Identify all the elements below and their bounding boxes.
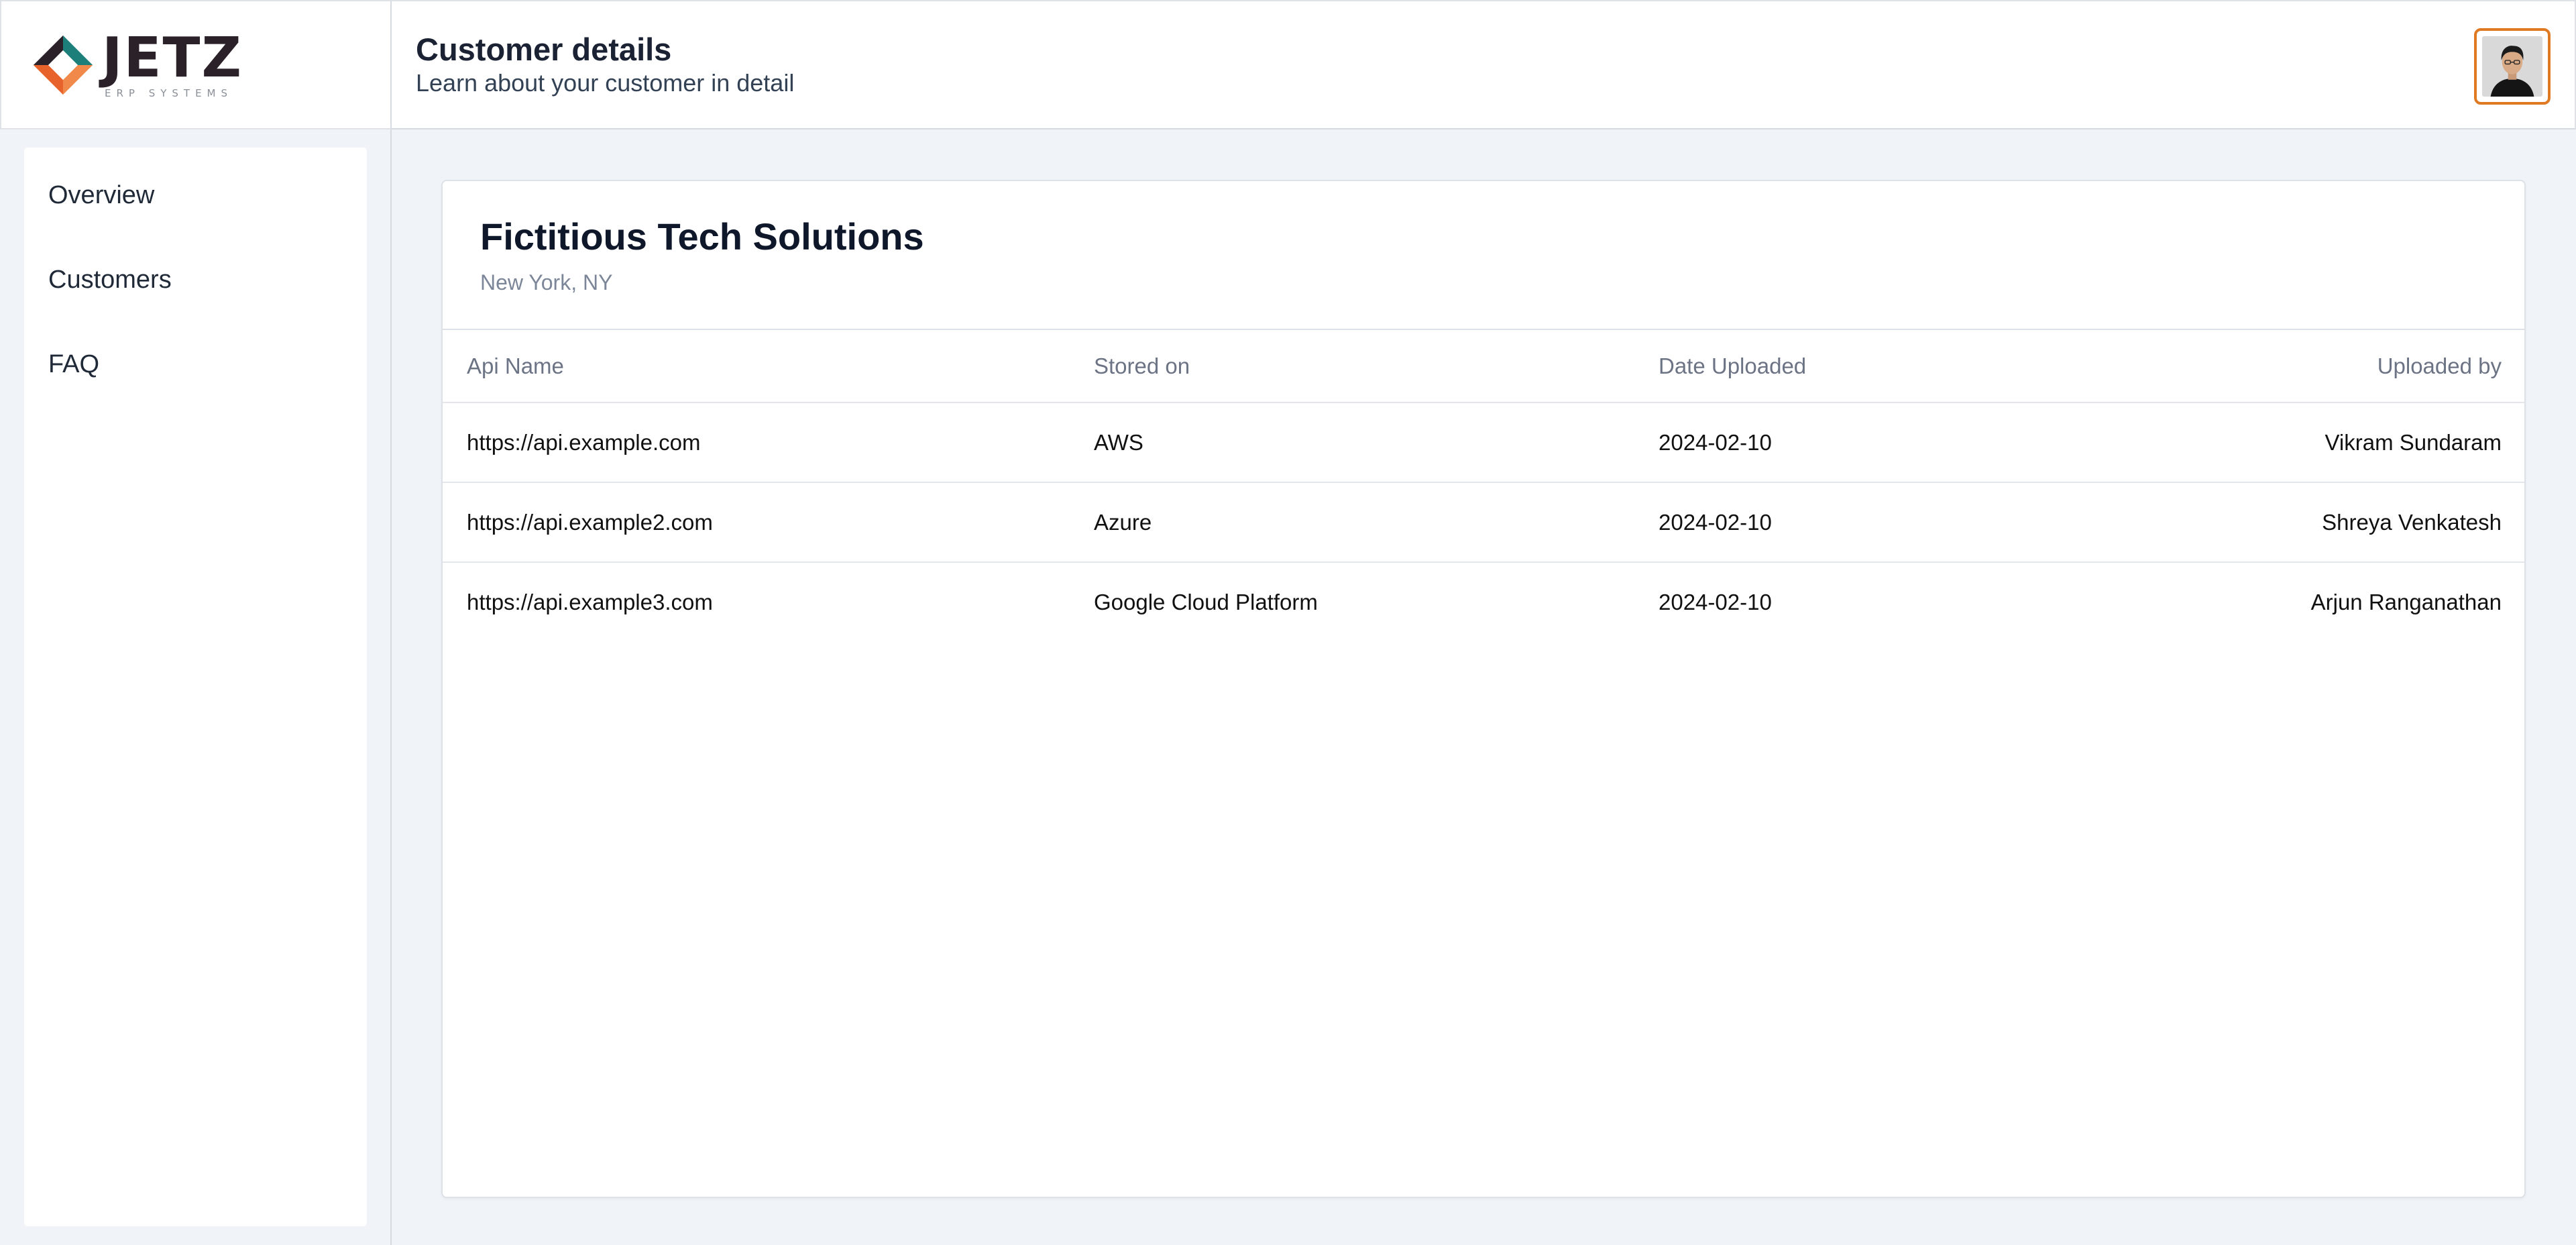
api-name-cell: https://api.example2.com: [443, 482, 1070, 562]
table-header-row: Api Name Stored on Date Uploaded Uploade…: [443, 330, 2524, 402]
table-row[interactable]: https://api.example2.com Azure 2024-02-1…: [443, 482, 2524, 562]
column-header-api-name[interactable]: Api Name: [443, 330, 1070, 402]
app-root: JETZ ERP SYSTEMS Customer details Learn …: [0, 0, 2576, 1245]
table-row[interactable]: https://api.example.com AWS 2024-02-10 V…: [443, 402, 2524, 482]
customer-location: New York, NY: [480, 270, 613, 294]
sidebar-divider: [390, 129, 392, 1245]
stored-on-cell: Azure: [1070, 482, 1634, 562]
api-table: Api Name Stored on Date Uploaded Uploade…: [443, 330, 2524, 642]
column-header-stored-on[interactable]: Stored on: [1070, 330, 1634, 402]
api-name-cell: https://api.example.com: [443, 402, 1070, 482]
api-name-cell: https://api.example3.com: [443, 561, 1070, 642]
jetz-logo-icon: [33, 35, 93, 95]
user-avatar-button[interactable]: [2474, 28, 2551, 105]
stored-on-cell: AWS: [1070, 402, 1634, 482]
sidebar-item-overview[interactable]: Overview: [24, 182, 367, 267]
uploaded-by-cell: Shreya Venkatesh: [2104, 482, 2524, 562]
uploaded-by-cell: Vikram Sundaram: [2104, 402, 2524, 482]
column-header-date-uploaded[interactable]: Date Uploaded: [1634, 330, 2104, 402]
date-uploaded-cell: 2024-02-10: [1634, 561, 2104, 642]
avatar: [2482, 36, 2542, 97]
sidebar-item-faq[interactable]: FAQ: [24, 351, 367, 436]
logo-tagline: ERP SYSTEMS: [105, 87, 233, 99]
sidebar-item-customers[interactable]: Customers: [24, 267, 367, 351]
customer-name: Fictitious Tech Solutions: [480, 215, 924, 258]
logo-wordmark: JETZ: [102, 25, 243, 90]
date-uploaded-cell: 2024-02-10: [1634, 402, 2104, 482]
user-avatar-icon: [2482, 36, 2542, 97]
uploaded-by-cell: Arjun Ranganathan: [2104, 561, 2524, 642]
page-subtitle: Learn about your customer in detail: [416, 69, 795, 97]
customer-header: Fictitious Tech Solutions New York, NY: [443, 181, 2524, 330]
stored-on-cell: Google Cloud Platform: [1070, 561, 1634, 642]
top-header: Customer details Learn about your custom…: [392, 0, 2576, 129]
date-uploaded-cell: 2024-02-10: [1634, 482, 2104, 562]
column-header-uploaded-by[interactable]: Uploaded by: [2104, 330, 2524, 402]
table-row[interactable]: https://api.example3.com Google Cloud Pl…: [443, 561, 2524, 642]
customer-card: Fictitious Tech Solutions New York, NY A…: [441, 180, 2526, 1198]
logo[interactable]: JETZ ERP SYSTEMS: [0, 0, 392, 129]
page-title: Customer details: [416, 32, 672, 67]
sidebar: Overview Customers FAQ: [24, 148, 367, 1226]
